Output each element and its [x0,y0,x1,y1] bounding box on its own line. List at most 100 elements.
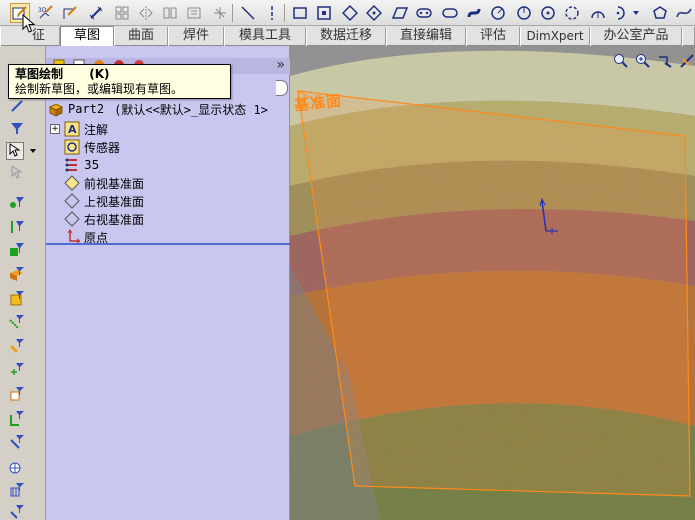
graphics-area[interactable]: 基准面 [290,46,695,520]
select-button[interactable] [6,142,24,160]
filter-sketch-points-button[interactable] [8,338,26,356]
tree-item-top-plane[interactable]: 上视基准面 [64,192,144,210]
tree-item-label: 右视基准面 [84,212,145,227]
plane-icon [64,175,80,191]
selection-filter-button[interactable] [8,120,26,138]
filter-surface-icon [9,290,25,309]
filter-solid-bodies-button[interactable] [8,266,26,284]
rotated-rectangle-tool-button[interactable] [364,3,384,23]
chevron-down-icon [632,9,640,17]
select-dropdown-button[interactable] [27,144,39,158]
polygon-tool-button[interactable] [650,3,670,23]
zoom-to-fit-button[interactable] [613,53,629,72]
tree-item-label: 前视基准面 [84,176,145,191]
magnifier-icon [613,53,629,72]
slot-arc-icon [442,5,458,21]
perimeter-circle-tool-button[interactable] [514,3,534,23]
filter-thread-icon [9,482,25,501]
tab-direct-editing[interactable]: 直接编辑 [386,27,466,46]
filter-midpoint-icon [9,362,25,381]
tree-item-material[interactable]: 35 [64,156,99,174]
3d-sketch-icon: 3D [38,5,54,21]
zoom-area-button[interactable] [635,53,651,70]
line-tool-button[interactable] [238,3,258,23]
material-icon [64,157,80,173]
tab-sketch[interactable]: 草图 [60,26,114,46]
mirror-icon [138,5,154,21]
tree-item-front-plane[interactable]: 前视基准面 [64,174,144,192]
double-chevron-right-icon: » [276,57,285,73]
tab-dimxpert[interactable]: DimXpert [520,27,590,46]
tab-overflow[interactable] [682,27,695,46]
rectangle-tool-button[interactable] [290,3,310,23]
polygon-icon [652,5,668,21]
tree-filter-input[interactable] [276,80,288,96]
trim-tool-button[interactable] [210,3,230,23]
spline-tool-button[interactable] [674,3,694,23]
three-point-arc-icon [614,5,630,21]
diamond-tool-button[interactable] [340,3,360,23]
dimension-tool-button[interactable] [86,3,106,23]
3d-sketch-tool-button[interactable]: 3D [36,3,56,23]
filter-vertices-button[interactable] [8,194,26,212]
tree-rollback-bar[interactable] [46,243,290,245]
linear-pattern-tool-button[interactable] [112,3,132,23]
expand-toggle[interactable]: + [50,124,60,134]
filter-sketch-segments-button[interactable] [8,314,26,332]
tooltip: 草图绘制 (K) 绘制新草图，或编辑现有草图。 [8,64,231,99]
centerline-tool-button[interactable] [262,3,282,23]
filter-weld-symbols-button[interactable] [8,434,26,452]
tree-item-label: 上视基准面 [84,194,145,209]
section-view-button[interactable] [679,53,695,70]
collapse-panel-button[interactable]: » [276,57,285,73]
circle-tool-button[interactable] [488,3,508,23]
offset-tool-button[interactable] [160,3,180,23]
tangent-arc-tool-button[interactable] [588,3,608,23]
convert-tool-button[interactable] [184,3,204,23]
filter-dimensions-button[interactable] [8,386,26,404]
filter-cosmetic-threads-button[interactable] [8,482,26,500]
filter-finish-icon [9,410,25,429]
trim-icon [212,5,228,21]
tab-evaluate[interactable]: 评估 [466,27,520,46]
filter-face-icon [9,242,25,261]
tab-office-products[interactable]: 办公室产品 [590,27,682,46]
filter-blocks-button[interactable] [8,504,26,520]
offset-icon [162,5,178,21]
filter-datum-targets-button[interactable] [8,458,26,476]
sketch-toolbar: 3D [0,0,695,26]
tab-data-migration[interactable]: 数据迁移 [306,27,386,46]
square-tool-button[interactable] [314,3,334,23]
tree-item-sensors[interactable]: 传感器 [64,138,120,156]
smart-dimension-button[interactable] [8,98,26,116]
filter-midpoints-button[interactable] [8,362,26,380]
mirror-tool-button[interactable] [136,3,156,23]
arc-dropdown-button[interactable] [630,3,642,23]
clear-filters-button[interactable] [8,164,26,182]
tab-surfaces[interactable]: 曲面 [114,27,168,46]
parallelogram-tool-button[interactable] [390,3,410,23]
mouse-cursor [22,13,36,37]
plane-icon [64,211,80,227]
tree-item-right-plane[interactable]: 右视基准面 [64,210,144,228]
three-point-arc-tool-button[interactable] [612,3,632,23]
square-icon [316,5,332,21]
arc-tool-button[interactable] [562,3,582,23]
tab-mold-tools[interactable]: 模具工具 [224,27,306,46]
spline-slot-tool-button[interactable] [464,3,484,23]
filter-surface-finish-button[interactable] [8,410,26,428]
tree-root-part[interactable]: Part2 (默认<<默认>_显示状态 1> [48,100,268,118]
slot-tool-button[interactable] [414,3,434,23]
filter-faces-button[interactable] [8,242,26,260]
filter-edges-button[interactable] [8,218,26,236]
previous-view-button[interactable] [657,54,673,70]
slot-arc-tool-button[interactable] [440,3,460,23]
tooltip-description: 绘制新草图，或编辑现有草图。 [15,82,184,96]
tree-item-label: 35 [84,158,100,172]
tooltip-shortcut: (K) [89,67,110,81]
circle-center-tool-button[interactable] [538,3,558,23]
smart-dimension-tool-button[interactable] [60,3,80,23]
tab-weldments[interactable]: 焊件 [168,27,224,46]
filter-surface-bodies-button[interactable] [8,290,26,308]
tree-item-annotations[interactable]: + A 注解 [50,120,108,138]
